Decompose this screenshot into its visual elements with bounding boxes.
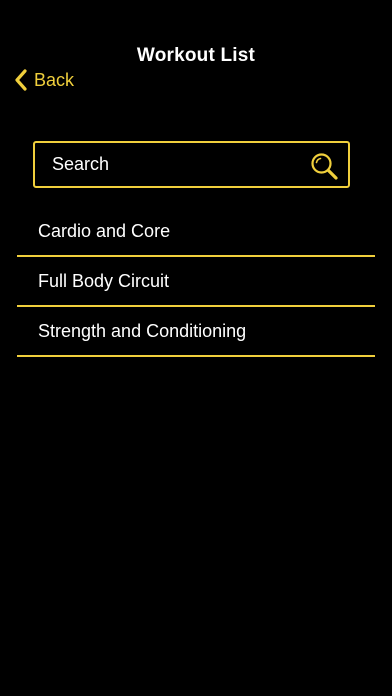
- list-item-cardio-and-core[interactable]: Cardio and Core: [17, 207, 375, 257]
- list-item-label: Cardio and Core: [38, 220, 171, 241]
- search-box: [33, 141, 350, 188]
- navigation-bar: Workout List Back: [0, 0, 392, 100]
- chevron-left-icon: [15, 69, 27, 91]
- page-title: Workout List: [136, 45, 256, 66]
- workout-list: Cardio and Core Full Body Circuit Streng…: [17, 207, 375, 357]
- search-input[interactable]: [35, 143, 295, 186]
- list-item-strength-and-conditioning[interactable]: Strength and Conditioning: [17, 307, 375, 357]
- back-label: Back: [34, 69, 75, 90]
- list-item-label: Strength and Conditioning: [38, 320, 247, 341]
- list-item-full-body-circuit[interactable]: Full Body Circuit: [17, 257, 375, 307]
- search-icon[interactable]: [309, 151, 339, 181]
- list-item-label: Full Body Circuit: [38, 270, 170, 291]
- back-button[interactable]: Back: [13, 66, 74, 94]
